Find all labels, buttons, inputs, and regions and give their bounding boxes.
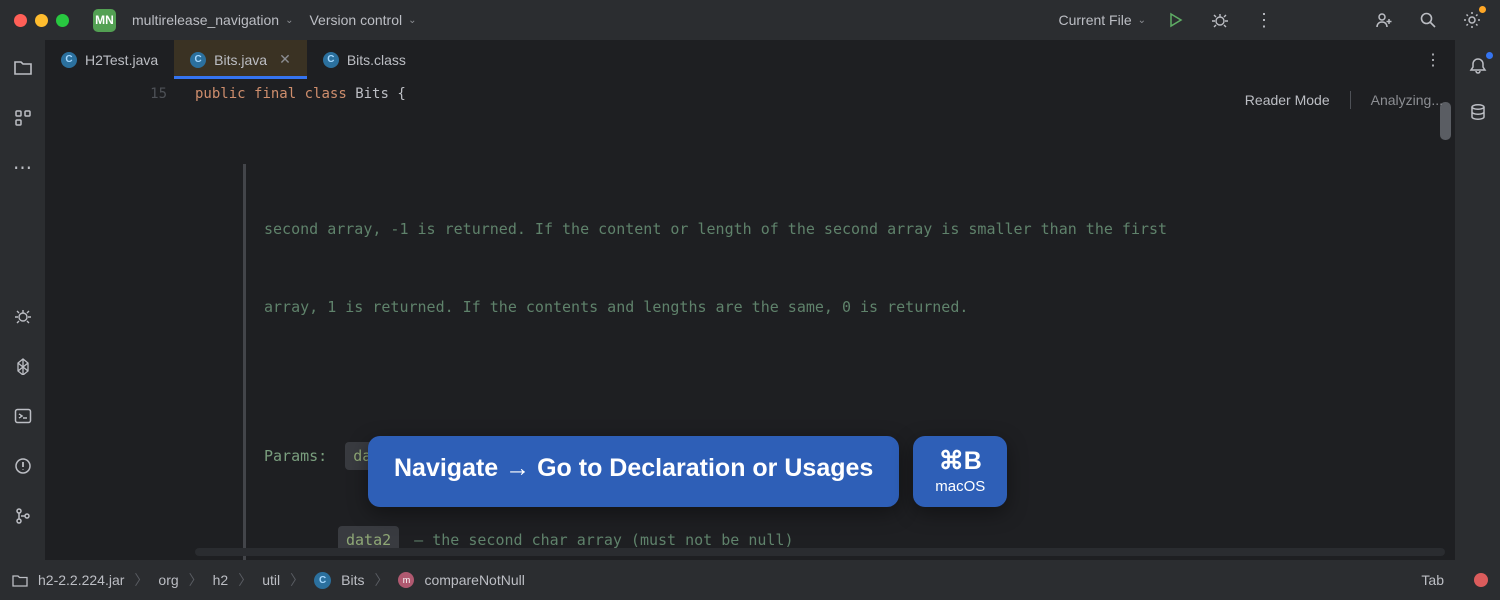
notifications-icon[interactable] bbox=[1464, 52, 1492, 80]
vcs-tool-icon[interactable] bbox=[9, 502, 37, 530]
javadoc-param-desc: – the second char array (must not be nul… bbox=[405, 531, 793, 549]
settings-button[interactable] bbox=[1458, 6, 1486, 34]
run-button[interactable] bbox=[1162, 6, 1190, 34]
code-with-me-icon[interactable] bbox=[1370, 6, 1398, 34]
breadcrumb-separator: 〉 bbox=[290, 570, 304, 590]
analyzing-status: Analyzing... bbox=[1371, 92, 1443, 108]
more-tools-icon[interactable]: ⋯ bbox=[9, 154, 37, 182]
javadoc-params-label: Params: bbox=[264, 447, 327, 465]
hint-shortcut: ⌘B macOS bbox=[913, 436, 1007, 507]
close-window-button[interactable] bbox=[14, 14, 27, 27]
breadcrumb-folder-icon bbox=[12, 574, 28, 587]
method-icon: m bbox=[398, 572, 414, 588]
run-config-label: Current File bbox=[1058, 12, 1131, 28]
right-tool-rail bbox=[1455, 40, 1500, 560]
editor-tabs: C H2Test.java C Bits.java ✕ C Bits.class… bbox=[45, 40, 1455, 80]
breadcrumb-item[interactable]: h2 bbox=[213, 572, 229, 588]
project-name: multirelease_navigation bbox=[132, 12, 279, 28]
hint-os: macOS bbox=[935, 478, 985, 495]
database-tool-icon[interactable] bbox=[1464, 98, 1492, 126]
java-class-icon: C bbox=[61, 52, 77, 68]
tab-bits-java[interactable]: C Bits.java ✕ bbox=[174, 40, 307, 79]
hint-action-text: Navigate → Go to Declaration or Usages bbox=[368, 436, 899, 507]
java-class-icon: C bbox=[314, 572, 331, 589]
breadcrumb-separator: 〉 bbox=[189, 570, 203, 590]
breadcrumb-item[interactable]: util bbox=[262, 572, 280, 588]
tab-h2test[interactable]: C H2Test.java bbox=[45, 40, 174, 79]
breadcrumb-item[interactable]: h2-2.2.224.jar bbox=[38, 572, 124, 588]
divider bbox=[1350, 91, 1351, 109]
project-badge: MN bbox=[93, 9, 116, 32]
build-tool-icon[interactable] bbox=[9, 352, 37, 380]
horizontal-scrollbar[interactable] bbox=[195, 548, 1445, 556]
update-badge bbox=[1479, 6, 1486, 13]
indent-status[interactable]: Tab bbox=[1421, 572, 1444, 588]
reader-mode-button[interactable]: Reader Mode bbox=[1245, 92, 1330, 108]
titlebar: MN multirelease_navigation ⌄ Version con… bbox=[0, 0, 1500, 40]
vertical-scrollbar[interactable] bbox=[1440, 84, 1451, 550]
java-class-icon: C bbox=[190, 52, 206, 68]
chevron-down-icon: ⌄ bbox=[285, 15, 293, 26]
error-indicator[interactable] bbox=[1474, 573, 1488, 587]
debug-tool-icon[interactable] bbox=[9, 302, 37, 330]
maximize-window-button[interactable] bbox=[56, 14, 69, 27]
chevron-down-icon: ⌄ bbox=[1138, 15, 1146, 26]
minimize-window-button[interactable] bbox=[35, 14, 48, 27]
tab-overflow-button[interactable]: ⋮ bbox=[1411, 40, 1455, 79]
close-tab-icon[interactable]: ✕ bbox=[279, 51, 291, 68]
project-tool-icon[interactable] bbox=[9, 54, 37, 82]
hint-key: ⌘B bbox=[939, 446, 982, 476]
breadcrumb-item[interactable]: Bits bbox=[341, 572, 364, 588]
window-controls bbox=[14, 14, 69, 27]
tab-bits-class[interactable]: C Bits.class bbox=[307, 40, 422, 79]
notification-badge bbox=[1486, 52, 1493, 59]
java-class-icon: C bbox=[323, 52, 339, 68]
chevron-down-icon: ⌄ bbox=[408, 15, 416, 26]
more-actions-button[interactable]: ⋮ bbox=[1250, 6, 1278, 34]
javadoc-text: array, 1 is returned. If the contents an… bbox=[264, 294, 1455, 320]
breadcrumb-separator: 〉 bbox=[238, 570, 252, 590]
debug-button[interactable] bbox=[1206, 6, 1234, 34]
search-icon[interactable] bbox=[1414, 6, 1442, 34]
problems-tool-icon[interactable] bbox=[9, 452, 37, 480]
javadoc-text: second array, -1 is returned. If the con… bbox=[264, 216, 1455, 242]
tab-label: Bits.java bbox=[214, 52, 267, 68]
structure-tool-icon[interactable] bbox=[9, 104, 37, 132]
project-dropdown[interactable]: multirelease_navigation ⌄ bbox=[132, 12, 293, 28]
breadcrumb-item[interactable]: compareNotNull bbox=[424, 572, 524, 588]
tab-label: Bits.class bbox=[347, 52, 406, 68]
status-bar: h2-2.2.224.jar 〉 org 〉 h2 〉 util 〉 C Bit… bbox=[0, 560, 1500, 600]
breadcrumb-item[interactable]: org bbox=[158, 572, 178, 588]
left-tool-rail: ⋯ bbox=[0, 40, 45, 560]
run-config-dropdown[interactable]: Current File ⌄ bbox=[1058, 12, 1146, 28]
breadcrumb-separator: 〉 bbox=[374, 570, 388, 590]
line-number[interactable]: 15 bbox=[45, 80, 195, 108]
vcs-dropdown[interactable]: Version control ⌄ bbox=[309, 12, 416, 28]
tab-label: H2Test.java bbox=[85, 52, 158, 68]
editor-status-panel: Reader Mode Analyzing... bbox=[1245, 80, 1443, 120]
vcs-label: Version control bbox=[309, 12, 402, 28]
terminal-tool-icon[interactable] bbox=[9, 402, 37, 430]
action-hint-overlay: Navigate → Go to Declaration or Usages ⌘… bbox=[368, 436, 1007, 507]
breadcrumb-separator: 〉 bbox=[134, 570, 148, 590]
